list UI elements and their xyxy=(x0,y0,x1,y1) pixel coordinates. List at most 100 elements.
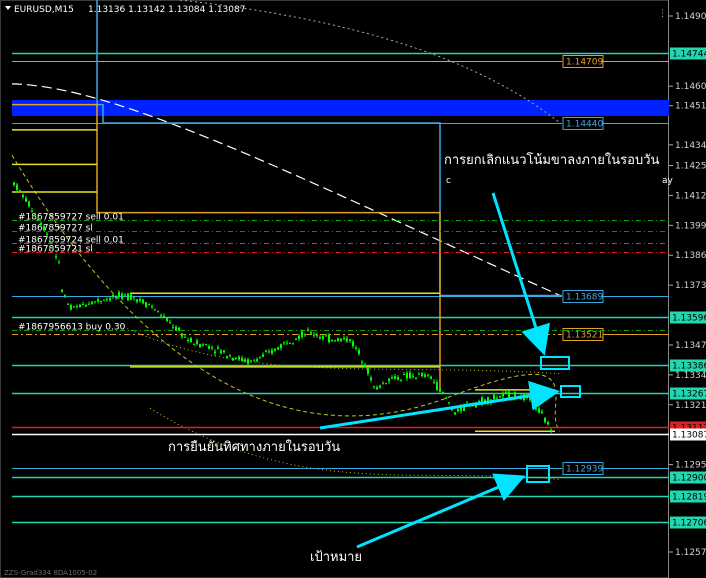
candle-body xyxy=(391,377,393,379)
horizontal-levels: 1.14744 1.14709 1.14440 1.13689 1.13596 1.135… xyxy=(12,47,706,529)
level-price-label: 1.14709 xyxy=(566,58,603,68)
candle-body xyxy=(295,338,297,340)
candle-body xyxy=(226,356,228,358)
candle-body xyxy=(337,338,339,342)
candle-body xyxy=(13,182,15,186)
level-price-label: 1.13689 xyxy=(566,293,603,303)
candle-body xyxy=(163,315,165,318)
candle-body xyxy=(154,309,156,311)
dropdown-triangle-icon[interactable] xyxy=(5,6,11,10)
candle-body xyxy=(97,299,99,302)
candle-body xyxy=(139,299,141,301)
scrollbar-marker-icon[interactable]: ⋮ xyxy=(658,9,667,19)
candle-body xyxy=(172,326,174,328)
target-box-1 xyxy=(540,356,570,370)
candle-body xyxy=(85,305,87,307)
candle-body xyxy=(130,294,132,300)
axis-tick-label: 1.14905 xyxy=(675,12,706,22)
candle-body xyxy=(55,256,57,258)
candle-body xyxy=(76,306,78,308)
candle-body xyxy=(313,334,315,336)
candle-body xyxy=(439,388,441,392)
order-lines: #1867859727 sell 0.01#1867859727 sl #1867… xyxy=(12,213,669,333)
candle-body xyxy=(235,357,237,359)
candle-body xyxy=(544,417,546,423)
candle-body xyxy=(538,408,540,413)
candle-body xyxy=(103,300,105,302)
annotation-text-1: การยกเลิกแนวโน้มขาลงภายในรอบวัน xyxy=(444,152,659,168)
candle-body xyxy=(43,225,45,231)
candle-body xyxy=(28,201,30,207)
candle-body xyxy=(505,391,507,393)
candle-body xyxy=(454,412,456,415)
candle-body xyxy=(355,347,357,349)
candle-body xyxy=(58,261,60,263)
candle-body xyxy=(436,382,438,391)
axis-tick-label: 1.13865 xyxy=(675,251,706,261)
axis-price-badge-label: 1.12706 xyxy=(672,519,706,529)
candle-body xyxy=(160,315,162,317)
candle-body xyxy=(136,299,138,302)
candle-body xyxy=(340,338,342,341)
candle-body xyxy=(343,338,345,340)
axis-tick-label: 1.13475 xyxy=(675,341,706,351)
candle-body xyxy=(241,357,243,361)
candle-body xyxy=(220,350,222,354)
candle-body xyxy=(370,377,372,381)
candle-body xyxy=(190,338,192,343)
candle-body xyxy=(187,340,189,342)
candle-body xyxy=(349,339,351,342)
zone-outline-blue xyxy=(96,0,562,297)
candle-body xyxy=(310,332,312,334)
chart-frame xyxy=(0,0,669,578)
candle-body xyxy=(409,372,411,379)
axis-tick-label: 1.14345 xyxy=(675,141,706,151)
candle-body xyxy=(292,343,294,345)
candle-body xyxy=(49,240,51,243)
ay-marker: ay xyxy=(662,176,674,186)
candle-body xyxy=(181,333,183,337)
order-label: #1867859727 sl xyxy=(18,224,93,234)
candle-body xyxy=(184,336,186,338)
candle-body xyxy=(280,344,282,349)
candle-body xyxy=(334,340,336,342)
level-price-label: 1.13521 xyxy=(566,331,603,341)
candle-body xyxy=(271,350,273,354)
candle-body xyxy=(64,295,66,297)
level-price-label: 1.14440 xyxy=(566,120,603,130)
chart-window[interactable]: EURUSD,M15 1.13136 1.13142 1.13084 1.130… xyxy=(0,0,706,578)
candle-body xyxy=(46,233,48,235)
candle-body xyxy=(157,310,159,312)
candle-body xyxy=(193,343,195,345)
price-chart[interactable]: EURUSD,M15 1.13136 1.13142 1.13084 1.130… xyxy=(0,0,706,578)
candle-body xyxy=(118,291,120,297)
candle-body xyxy=(424,374,426,377)
candle-body xyxy=(397,376,399,380)
candle-body xyxy=(478,401,480,403)
candle-body xyxy=(199,344,201,347)
candle-body xyxy=(403,374,405,376)
candle-body xyxy=(328,334,330,343)
order-label: #1867859727 sell 0.01 xyxy=(18,213,124,223)
candle-body xyxy=(40,222,42,226)
candle-body xyxy=(307,329,309,332)
candle-body xyxy=(259,357,261,359)
arrow-icon-1 xyxy=(491,192,551,356)
candle-body xyxy=(88,303,90,305)
candle-body xyxy=(16,184,18,190)
level-price-label: 1.12939 xyxy=(566,465,603,475)
candle-body xyxy=(142,299,144,304)
ohlc-readout: 1.13136 1.13142 1.13084 1.13087 xyxy=(88,5,245,15)
candle-body xyxy=(166,317,168,322)
candle-body xyxy=(331,339,333,342)
candle-body xyxy=(214,351,216,354)
candle-body xyxy=(217,347,219,350)
candle-body xyxy=(358,349,360,354)
candle-body xyxy=(325,335,327,337)
candle-body xyxy=(412,375,414,377)
candle-body xyxy=(127,293,129,301)
candle-body xyxy=(91,301,93,304)
candle-body xyxy=(175,326,177,331)
axis-tick-label: 1.14125 xyxy=(675,191,706,201)
candle-body xyxy=(289,342,291,344)
